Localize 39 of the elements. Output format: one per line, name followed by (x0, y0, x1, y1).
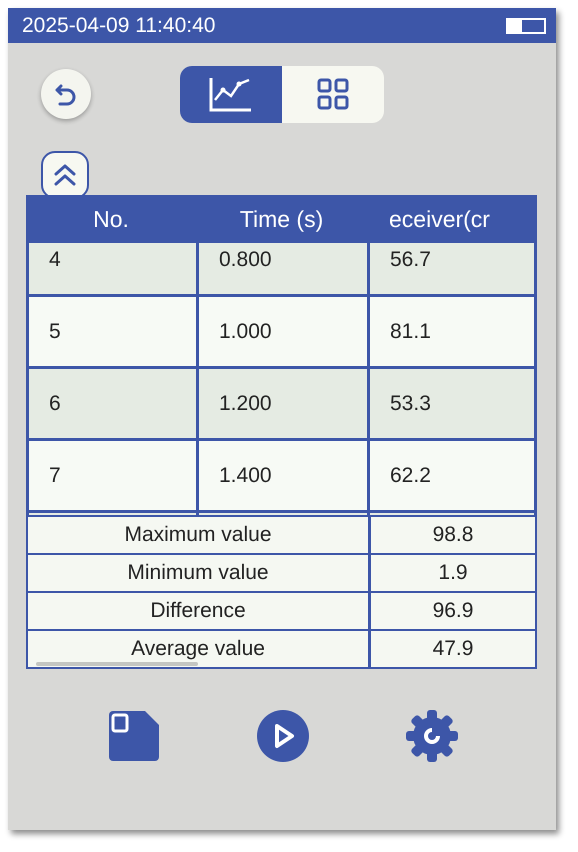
view-tab[interactable] (180, 66, 282, 122)
table-cell: 1.400 (196, 441, 367, 510)
table-cell-text: 6 (48, 390, 62, 416)
undo-icon (55, 82, 77, 106)
summary-label: Average value (131, 637, 265, 661)
table-cell-text: 5 (48, 318, 62, 344)
column-header: eceiver(cr (388, 204, 491, 234)
save-button[interactable] (108, 709, 160, 763)
table-cell: 0.800 (196, 243, 367, 294)
back-button[interactable] (41, 69, 91, 119)
date-time: 2025-04-09 11:40:40 (22, 14, 216, 38)
summary-value: 1.9 (438, 561, 468, 585)
table-cell: 1.000 (196, 297, 367, 366)
play-button[interactable] (257, 709, 309, 763)
column-header: Time (s) (238, 204, 324, 234)
column-header: No. (92, 204, 130, 234)
double-chevron-up-icon (53, 163, 77, 187)
summary-label: Difference (150, 599, 246, 623)
settings-button[interactable] (406, 709, 458, 763)
settings-icon (406, 710, 458, 762)
table-cell: 62.2 (367, 441, 534, 510)
play-icon (257, 710, 309, 762)
table-cell-text: 7 (48, 462, 62, 488)
summary-label: Minimum value (127, 561, 269, 585)
battery-icon (506, 18, 546, 34)
scrollbar[interactable] (36, 662, 198, 666)
summary-value: 96.9 (432, 599, 474, 623)
table-cell: 56.7 (367, 243, 534, 294)
grid-icon (317, 78, 349, 110)
summary-value: 98.8 (432, 523, 474, 547)
table-cell: 81.1 (367, 297, 534, 366)
file-icon (109, 711, 159, 761)
line-chart-icon (209, 76, 253, 112)
table-cell: 53.3 (367, 369, 534, 438)
table-cell-text: 4 (48, 246, 62, 272)
summary-label: Maximum value (124, 523, 272, 547)
table-cell: 1.200 (196, 369, 367, 438)
view-tab[interactable] (282, 66, 384, 122)
summary-value: 47.9 (432, 637, 474, 661)
